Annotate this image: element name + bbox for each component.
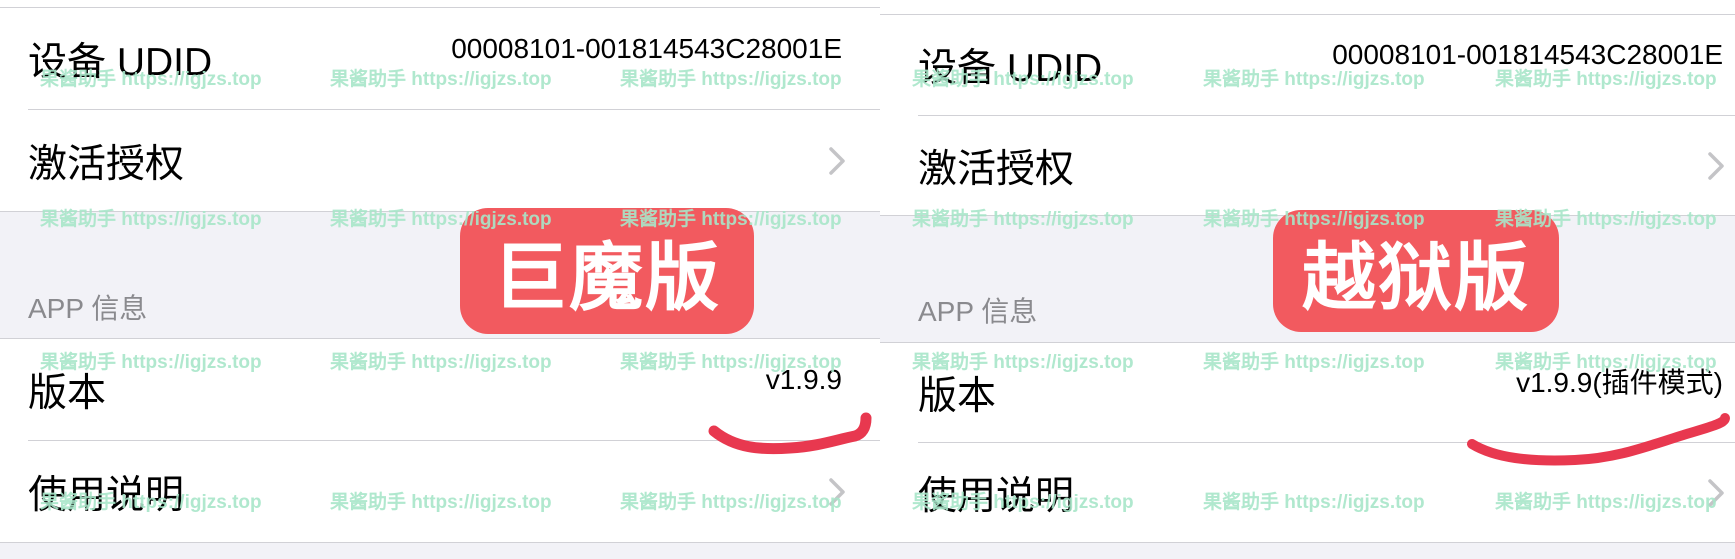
app-info-header: APP 信息: [918, 296, 1038, 327]
version-row: 版本 v1.9.9(插件模式): [880, 343, 1735, 442]
chevron-right-icon: [1707, 443, 1725, 542]
usage-label: 使用说明: [28, 473, 185, 517]
usage-row[interactable]: 使用说明: [880, 443, 1735, 542]
device-udid-row: 设备 UDID 00008101-001814543C28001E: [0, 8, 880, 109]
device-udid-label: 设备 UDID: [28, 40, 213, 84]
activate-row[interactable]: 激活授权: [0, 110, 880, 211]
troll-edition-badge: 巨魔版: [460, 208, 754, 334]
version-label: 版本: [28, 371, 107, 415]
right-panel: 设备 UDID 00008101-001814543C28001E 激活授权 A…: [880, 0, 1735, 559]
device-udid-value: 00008101-001814543C28001E: [451, 32, 842, 64]
usage-row[interactable]: 使用说明: [0, 441, 880, 542]
version-row: 版本 v1.9.9: [0, 339, 880, 440]
chevron-right-icon: [828, 110, 846, 211]
device-udid-value: 00008101-001814543C28001E: [1332, 39, 1723, 70]
device-udid-row: 设备 UDID 00008101-001814543C28001E: [880, 15, 1735, 115]
left-panel: 设备 UDID 00008101-001814543C28001E 激活授权 A…: [0, 0, 880, 559]
comparison-screenshot: 设备 UDID 00008101-001814543C28001E 激活授权 A…: [0, 0, 1735, 559]
device-udid-label: 设备 UDID: [918, 47, 1103, 90]
jailbreak-edition-badge: 越狱版: [1273, 210, 1559, 332]
activate-row[interactable]: 激活授权: [880, 116, 1735, 215]
usage-label: 使用说明: [918, 474, 1075, 518]
version-value: v1.9.9(插件模式): [1516, 366, 1723, 398]
chevron-right-icon: [1707, 116, 1725, 215]
activate-label: 激活授权: [28, 142, 185, 186]
version-value: v1.9.9: [765, 363, 842, 395]
version-label: 版本: [918, 374, 997, 418]
activate-label: 激活授权: [918, 147, 1075, 191]
app-info-header: APP 信息: [28, 293, 148, 324]
chevron-right-icon: [828, 441, 846, 542]
